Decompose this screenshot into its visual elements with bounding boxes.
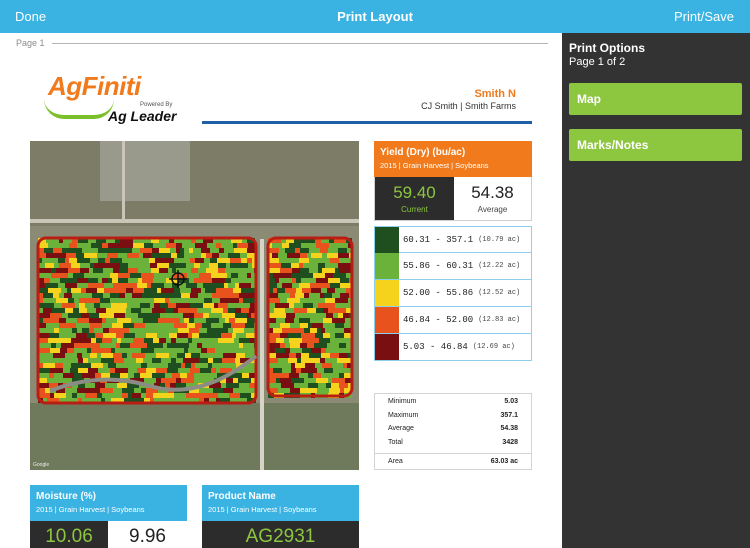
legend-row: 46.84 - 52.00 (12.83 ac): [374, 307, 532, 334]
moisture-card-title: Moisture (%): [36, 491, 96, 502]
summary-value: 54.38: [500, 425, 518, 432]
logo-brand-sub: Ag Leader: [108, 108, 177, 124]
logo-swoosh-icon: [44, 99, 114, 119]
logo-brand-main: AgFiniti: [48, 71, 141, 101]
legend-range: 55.86 - 60.31: [403, 261, 474, 271]
summary-label: Total: [388, 438, 403, 446]
legend-row: 55.86 - 60.31 (12.22 ac): [374, 253, 532, 280]
summary-value: 5.03: [504, 398, 518, 405]
summary-row: Minimum 5.03: [375, 396, 531, 410]
yield-average-label: Average: [477, 205, 508, 214]
yield-card-header: Yield (Dry) (bu/ac) 2015 | Grain Harvest…: [374, 141, 532, 177]
summary-value: 3428: [502, 438, 518, 446]
nav-title: Print Layout: [337, 9, 413, 24]
user-name: Smith N: [474, 88, 516, 100]
legend-range: 52.00 - 55.86: [403, 288, 474, 298]
moisture-current-value: 10.06: [45, 526, 93, 547]
moisture-card-subtitle: 2015 | Grain Harvest | Soybeans: [36, 505, 145, 514]
summary-label: Average: [388, 425, 414, 432]
product-card-subtitle: 2015 | Grain Harvest | Soybeans: [208, 505, 317, 514]
legend-swatch: [375, 334, 399, 360]
legend-acres: (12.83 ac): [478, 316, 521, 324]
moisture-average-value: 9.96: [108, 521, 187, 548]
header-divider: [202, 121, 532, 124]
product-card-title: Product Name: [208, 491, 276, 502]
summary-row: Average 54.38: [375, 423, 531, 437]
legend-swatch: [375, 280, 399, 306]
done-button[interactable]: Done: [15, 9, 46, 24]
product-card: Product Name 2015 | Grain Harvest | Soyb…: [202, 485, 359, 548]
summary-value: 357.1: [500, 411, 518, 419]
legend-range: 5.03 - 46.84: [403, 342, 468, 352]
summary-label: Minimum: [388, 398, 417, 405]
yield-current-value: 59.40: [393, 183, 436, 202]
map-option-button[interactable]: Map: [569, 83, 742, 115]
yield-legend-card: Yield (Dry) (bu/ac) 2015 | Grain Harvest…: [374, 141, 532, 361]
legend-acres: (12.52 ac): [478, 289, 521, 297]
user-farm: CJ Smith | Smith Farms: [421, 101, 516, 111]
yield-map-graphic: [30, 141, 359, 470]
summary-row: Total 3428: [375, 437, 531, 451]
legend-range: 60.31 - 357.1: [403, 234, 474, 245]
summary-label: Area: [388, 458, 403, 465]
yield-current-label: Current: [401, 205, 428, 214]
legend-row: 52.00 - 55.86 (12.52 ac): [374, 280, 532, 307]
agfiniti-logo: AgFiniti Powered By Ag Leader: [44, 71, 194, 127]
product-card-header: Product Name 2015 | Grain Harvest | Soyb…: [202, 485, 359, 521]
print-options-sidebar: Print Options Page 1 of 2 Map Marks/Note…: [562, 33, 750, 548]
summary-row: Maximum 357.1: [375, 410, 531, 424]
yield-card-subtitle: 2015 | Grain Harvest | Soybeans: [380, 161, 489, 170]
print-options-title: Print Options: [569, 41, 645, 55]
page-divider: [52, 43, 548, 44]
page-label: Page 1: [16, 38, 45, 48]
yield-stats: 59.40 Current 54.38 Average: [374, 177, 532, 221]
marks-notes-option-button[interactable]: Marks/Notes: [569, 129, 742, 161]
moisture-stats: 10.06 9.96: [30, 521, 187, 548]
legend-swatch: [375, 307, 399, 333]
moisture-card-header: Moisture (%) 2015 | Grain Harvest | Soyb…: [30, 485, 187, 521]
yield-card-title: Yield (Dry) (bu/ac): [380, 147, 466, 158]
legend-acres: (10.79 ac): [478, 235, 521, 244]
legend-acres: (12.69 ac): [472, 343, 515, 351]
summary-label: Maximum: [388, 411, 419, 419]
legend-swatch: [375, 226, 399, 253]
map-attribution: Google: [33, 462, 50, 468]
summary-value: 63.03 ac: [490, 458, 518, 465]
legend-row: 60.31 - 357.1 (10.79 ac): [374, 226, 532, 253]
top-nav-bar: Done Print Layout Print/Save: [0, 0, 750, 33]
product-name-value: AG2931: [245, 526, 316, 547]
yield-legend: 60.31 - 357.1 (10.79 ac) 55.86 - 60.31 (…: [374, 226, 532, 361]
legend-swatch: [375, 253, 399, 279]
page-indicator: Page 1 of 2: [569, 56, 626, 68]
print-save-button[interactable]: Print/Save: [674, 9, 734, 24]
yield-current: 59.40 Current: [375, 177, 454, 220]
moisture-card: Moisture (%) 2015 | Grain Harvest | Soyb…: [30, 485, 187, 548]
print-preview[interactable]: Page 1 AgFiniti Powered By Ag Leader Smi…: [0, 33, 562, 548]
legend-range: 46.84 - 52.00: [403, 315, 474, 325]
yield-average: 54.38 Average: [454, 177, 531, 220]
legend-row: 5.03 - 46.84 (12.69 ac): [374, 334, 532, 361]
yield-map[interactable]: Google: [30, 141, 359, 470]
legend-acres: (12.22 ac): [478, 262, 521, 270]
yield-average-value: 54.38: [471, 183, 514, 202]
summary-row: Area 63.03 ac: [375, 453, 531, 467]
yield-summary-table: Minimum 5.03 Maximum 357.1 Average 54.38…: [374, 393, 532, 470]
